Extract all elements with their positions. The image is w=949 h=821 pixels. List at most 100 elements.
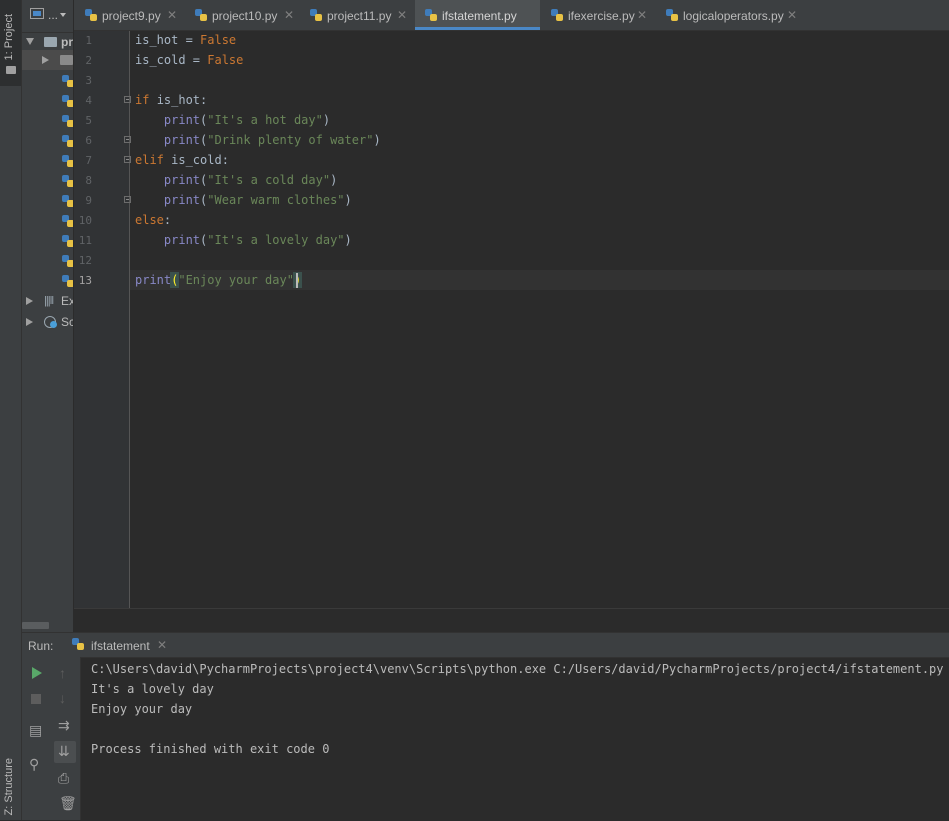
folder-icon xyxy=(60,55,73,65)
clock-badge-icon xyxy=(50,321,57,328)
code-token: else xyxy=(135,213,164,227)
project-tool-button[interactable]: 1: Project xyxy=(0,0,21,86)
run-tab-ifstatement[interactable]: ifstatement ✕ xyxy=(70,633,174,657)
folder-icon xyxy=(6,66,16,74)
library-icon: |||‖ xyxy=(44,295,54,307)
close-icon[interactable]: ✕ xyxy=(637,8,647,22)
tab-project9[interactable]: project9.py ✕ xyxy=(75,0,181,30)
code-token: "It's a cold day" xyxy=(207,173,331,187)
chevron-right-icon[interactable] xyxy=(26,318,33,326)
console-line: Enjoy your day xyxy=(91,702,193,716)
code-token: print xyxy=(163,233,201,247)
tree-external-libraries[interactable]: |||‖ Ex xyxy=(22,291,73,311)
code-line[interactable]: else: xyxy=(135,213,171,227)
trash-icon[interactable]: 🗑 xyxy=(59,795,77,812)
tree-item-label: Sc xyxy=(61,315,73,329)
python-file-icon[interactable] xyxy=(62,215,73,227)
tab-logicaloperators[interactable]: logicaloperators.py ✕ xyxy=(656,0,806,30)
code-token: "Enjoy your day" xyxy=(178,273,294,287)
rerun-play-icon[interactable] xyxy=(32,667,42,679)
python-file-icon[interactable] xyxy=(62,275,73,287)
tree-venv-folder[interactable] xyxy=(22,50,73,70)
tab-overflow-menu[interactable]: ... xyxy=(48,8,58,22)
fold-marker-icon[interactable] xyxy=(124,96,131,103)
line-number: 3 xyxy=(85,74,92,87)
tab-ifstatement[interactable]: ifstatement.py xyxy=(415,0,540,30)
python-file-icon[interactable] xyxy=(62,75,73,87)
python-file-icon[interactable] xyxy=(62,155,73,167)
console-line: C:\Users\david\PycharmProjects\project4\… xyxy=(91,662,944,676)
python-file-icon[interactable] xyxy=(62,175,73,187)
code-line[interactable]: is_hot = False xyxy=(135,33,236,47)
code-line[interactable]: print("Enjoy your day") xyxy=(135,272,303,288)
editor-bottom-area xyxy=(74,608,949,633)
code-token: ) xyxy=(344,233,352,247)
close-icon[interactable]: ✕ xyxy=(167,8,177,22)
code-token: ) xyxy=(330,173,338,187)
scroll-to-end-icon[interactable]: ⇊ xyxy=(58,743,70,760)
python-file-icon xyxy=(195,9,207,21)
code-token: "It's a hot day" xyxy=(207,113,323,127)
chevron-right-icon[interactable] xyxy=(26,297,33,305)
chevron-right-icon[interactable] xyxy=(42,56,49,64)
line-number: 13 xyxy=(78,274,92,287)
soft-wrap-icon[interactable]: ⇉ xyxy=(58,717,70,734)
python-file-icon[interactable] xyxy=(62,255,73,267)
code-token: is_cold: xyxy=(171,153,229,167)
chevron-down-icon[interactable] xyxy=(60,13,66,17)
arrow-down-icon[interactable]: ↓ xyxy=(59,690,66,706)
line-number: 5 xyxy=(85,114,92,127)
code-token: False xyxy=(207,53,244,67)
code-line[interactable]: print("It's a hot day") xyxy=(135,113,330,127)
close-icon[interactable]: ✕ xyxy=(157,638,167,652)
code-token: if xyxy=(135,93,157,107)
code-line[interactable]: print("Wear warm clothes") xyxy=(135,193,352,207)
tab-label: project11.py xyxy=(327,9,392,23)
close-icon[interactable]: ✕ xyxy=(397,8,407,22)
code-line[interactable]: print("It's a cold day") xyxy=(135,173,337,187)
code-line[interactable]: is_cold = False xyxy=(135,53,243,67)
python-file-icon[interactable] xyxy=(62,195,73,207)
line-number: 2 xyxy=(85,54,92,67)
code-token: "Drink plenty of water" xyxy=(207,133,374,147)
tab-label: logicaloperators.py xyxy=(683,9,784,23)
fold-marker-icon[interactable] xyxy=(124,156,131,163)
python-file-icon[interactable] xyxy=(62,115,73,127)
code-token: print xyxy=(135,273,172,287)
close-icon[interactable]: ✕ xyxy=(284,8,294,22)
chevron-down-icon[interactable] xyxy=(26,38,34,45)
tree-root[interactable]: pr xyxy=(22,32,73,52)
tree-item-label: Ex xyxy=(61,294,73,308)
python-file-icon[interactable] xyxy=(62,95,73,107)
code-token: ) xyxy=(373,133,381,147)
fold-marker-icon[interactable] xyxy=(124,196,131,203)
run-tab-label: ifstatement xyxy=(91,639,150,653)
python-file-icon[interactable] xyxy=(62,235,73,247)
window-icon[interactable] xyxy=(30,8,44,19)
arrow-up-icon[interactable]: ↑ xyxy=(59,665,66,681)
code-token: is_cold = xyxy=(135,53,208,67)
print-icon[interactable]: ⎙ xyxy=(58,770,69,787)
tree-scratches[interactable]: Sc xyxy=(22,312,73,332)
code-line[interactable]: print("Drink plenty of water") xyxy=(135,133,381,147)
code-token: ) xyxy=(344,193,352,207)
tab-project11[interactable]: project11.py ✕ xyxy=(300,0,413,30)
project-horizontal-scrollbar[interactable] xyxy=(22,622,49,629)
close-icon[interactable]: ✕ xyxy=(787,8,797,22)
structure-tool-button[interactable]: Z: Structure xyxy=(0,740,21,820)
stop-icon[interactable] xyxy=(31,694,41,704)
pin-icon[interactable]: ⚲ xyxy=(29,756,39,773)
layout-icon[interactable]: ▤ xyxy=(29,722,42,739)
tab-project10[interactable]: project10.py ✕ xyxy=(185,0,298,30)
code-line[interactable]: print("It's a lovely day") xyxy=(135,233,352,247)
code-line[interactable]: elif is_cold: xyxy=(135,153,229,167)
code-line[interactable]: if is_hot: xyxy=(135,93,207,107)
tab-ifexercise[interactable]: ifexercise.py ✕ xyxy=(541,0,654,30)
fold-marker-icon[interactable] xyxy=(124,136,131,143)
left-tool-strip: 1: Project Z: Structure xyxy=(0,0,22,820)
python-file-icon[interactable] xyxy=(62,135,73,147)
line-number: 9 xyxy=(85,194,92,207)
